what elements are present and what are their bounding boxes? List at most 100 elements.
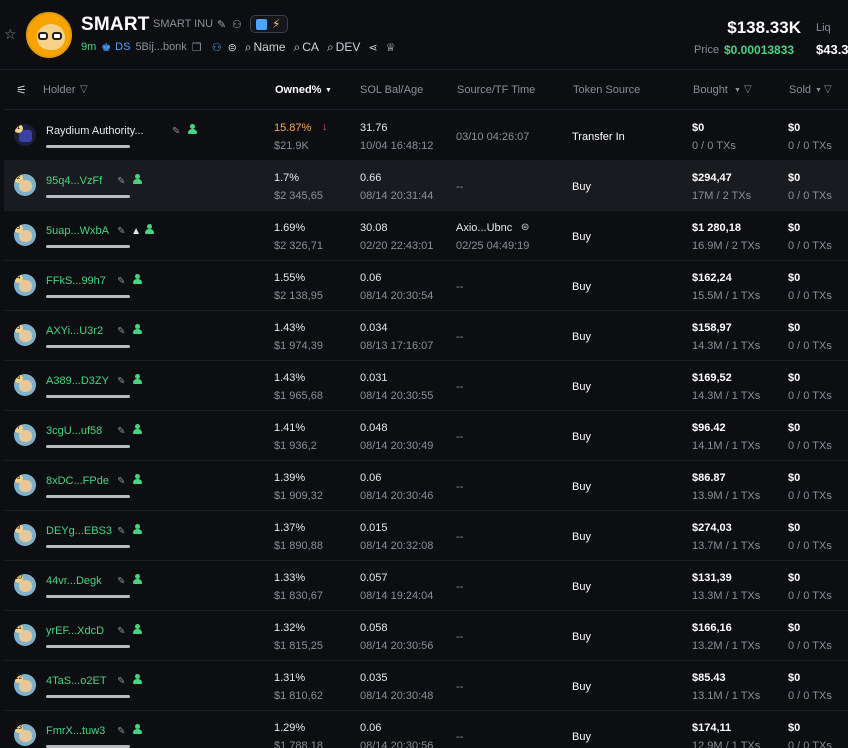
sold-amount: $0	[788, 722, 801, 734]
rank-badge: 7	[14, 424, 23, 433]
ds-label[interactable]: DS	[115, 41, 130, 53]
token-header: ☆ SMART SMART INU ✎ ⚇ ⚡ 9m ♚ DS 5Bij...b…	[0, 0, 848, 70]
list-icon[interactable]: ⊜	[228, 41, 237, 54]
holder-address[interactable]: A389...D3ZY	[46, 375, 109, 387]
holder-header[interactable]: Holder	[43, 84, 75, 96]
holder-avatar[interactable]: 13	[14, 724, 36, 746]
owned-header[interactable]: Owned%	[275, 84, 321, 96]
edit-icon[interactable]: ✎	[117, 576, 125, 587]
token-avatar[interactable]	[26, 12, 72, 58]
edit-icon[interactable]: ✎	[117, 426, 125, 437]
table-row[interactable]: 11 yrEF...XdcD ✎ 1.32% $1 815,25 0.058 0…	[4, 611, 848, 661]
funding-source[interactable]: Axio...Ubnc	[456, 222, 512, 234]
holder-address[interactable]: 95q4...VzFf	[46, 175, 102, 187]
settings-icon[interactable]: ⚟	[16, 83, 27, 97]
holder-avatar[interactable]: 7	[14, 424, 36, 446]
edit-icon[interactable]: ✎	[117, 226, 125, 237]
holder-avatar[interactable]: 11	[14, 624, 36, 646]
wallet-age: 08/14 20:30:49	[360, 440, 434, 452]
owned-usd: $1 815,25	[274, 640, 323, 652]
holder-address[interactable]: yrEF...XdcD	[46, 625, 104, 637]
holder-avatar[interactable]: 8	[14, 474, 36, 496]
search-ca-link[interactable]: CA	[302, 40, 319, 54]
table-row[interactable]: 1 Raydium Authority... ✎ 15.87% ↓ $21.9K…	[4, 111, 848, 161]
holder-avatar[interactable]: 9	[14, 524, 36, 546]
table-row[interactable]: 13 FmrX...tuw3 ✎ 1.29% $1 788,18 0.06 08…	[4, 711, 848, 748]
filter-icon[interactable]: ▽	[824, 84, 832, 95]
holder-avatar[interactable]: 1	[14, 124, 36, 146]
holding-bar	[46, 595, 130, 598]
wallet-age: 08/14 20:32:08	[360, 540, 434, 552]
holder-avatar[interactable]: 4	[14, 274, 36, 296]
holders-icon[interactable]: ⚇	[212, 41, 222, 54]
filter-icon[interactable]: ▽	[744, 84, 752, 95]
edit-icon[interactable]: ✎	[117, 376, 125, 387]
holder-address[interactable]: FFkS...99h7	[46, 275, 106, 287]
edit-icon[interactable]: ✎	[117, 326, 125, 337]
table-row[interactable]: 7 3cgU...uf58 ✎ 1.41% $1 936,2 0.048 08/…	[4, 411, 848, 461]
warning-icon: ▲	[131, 226, 141, 237]
bought-amount: $294,47	[692, 172, 732, 184]
sol-header[interactable]: SOL Bal/Age	[360, 84, 423, 96]
sold-header[interactable]: Sold	[789, 84, 811, 96]
holder-avatar[interactable]: 5	[14, 324, 36, 346]
table-row[interactable]: 6 A389...D3ZY ✎ 1.43% $1 965,68 0.031 08…	[4, 361, 848, 411]
table-row[interactable]: 2 95q4...VzFf ✎ 1.7% $2 345,65 0.66 08/1…	[4, 161, 848, 211]
holder-address[interactable]: 4TaS...o2ET	[46, 675, 107, 687]
holder-address[interactable]: DEYg...EBS3	[46, 525, 112, 537]
token-source: Buy	[572, 631, 591, 643]
table-row[interactable]: 9 DEYg...EBS3 ✎ 1.37% $1 890,88 0.015 08…	[4, 511, 848, 561]
edit-icon[interactable]: ✎	[117, 176, 125, 187]
sold-amount: $0	[788, 572, 801, 584]
sort-desc-icon[interactable]: ▼	[325, 87, 332, 94]
user-icon	[133, 374, 143, 384]
holder-avatar[interactable]: 12	[14, 674, 36, 696]
filter-icon[interactable]: ▽	[80, 84, 88, 95]
crown-icon[interactable]: ♕	[386, 41, 396, 54]
holder-address[interactable]: 8xDC...FPde	[46, 475, 109, 487]
token-meta: 9m ♚ DS 5Bij...bonk ❐ ⚇ ⊜ ⌕ Name ⌕ CA ⌕ …	[81, 40, 396, 55]
source-time-header[interactable]: Source/TF Time	[457, 84, 535, 96]
table-row[interactable]: 12 4TaS...o2ET ✎ 1.31% $1 810,62 0.035 0…	[4, 661, 848, 711]
edit-icon[interactable]: ✎	[172, 126, 180, 137]
edit-icon[interactable]: ✎	[117, 726, 125, 737]
table-row[interactable]: 3 5uap...WxbA ✎ ▲ 1.69% $2 326,71 30.08 …	[4, 211, 848, 261]
star-icon[interactable]: ☆	[4, 27, 18, 41]
contract-address[interactable]: 5Bij...bonk	[135, 41, 186, 53]
holder-address[interactable]: 44vr...Degk	[46, 575, 102, 587]
owned-percent: 1.43%	[274, 372, 306, 384]
rank-badge: 5	[14, 324, 23, 333]
sort-icon[interactable]: ▼	[815, 87, 822, 94]
edit-icon[interactable]: ✎	[117, 626, 125, 637]
copy-icon[interactable]: ❐	[192, 41, 202, 54]
table-row[interactable]: 4 FFkS...99h7 ✎ 1.55% $2 138,95 0.06 08/…	[4, 261, 848, 311]
holder-avatar[interactable]: 6	[14, 374, 36, 396]
sort-icon[interactable]: ▼	[734, 87, 741, 94]
edit-icon[interactable]: ✎	[217, 19, 226, 31]
owned-usd: $1 909,32	[274, 490, 323, 502]
community-icon[interactable]: ⚇	[232, 19, 242, 31]
holder-avatar[interactable]: 2	[14, 174, 36, 196]
edit-icon[interactable]: ✎	[117, 676, 125, 687]
holder-address[interactable]: 5uap...WxbA	[46, 225, 109, 237]
table-row[interactable]: 5 AXYi...U3r2 ✎ 1.43% $1 974,39 0.034 08…	[4, 311, 848, 361]
holder-address[interactable]: AXYi...U3r2	[46, 325, 103, 337]
table-row[interactable]: 8 8xDC...FPde ✎ 1.39% $1 909,32 0.06 08/…	[4, 461, 848, 511]
edit-icon[interactable]: ✎	[117, 476, 125, 487]
holder-address[interactable]: FmrX...tuw3	[46, 725, 105, 737]
search-dev-link[interactable]: DEV	[336, 40, 361, 54]
rank-badge: 2	[14, 174, 23, 183]
token-source-header[interactable]: Token Source	[573, 84, 640, 96]
holder-avatar[interactable]: 10	[14, 574, 36, 596]
holder-address[interactable]: 3cgU...uf58	[46, 425, 102, 437]
edit-icon[interactable]: ✎	[117, 276, 125, 287]
liq-value: $43.3	[816, 42, 848, 57]
search-name-link[interactable]: Name	[254, 40, 286, 54]
holder-address[interactable]: Raydium Authority...	[46, 125, 144, 137]
feature-pill[interactable]: ⚡	[250, 15, 288, 33]
holder-avatar[interactable]: 3	[14, 224, 36, 246]
bought-header[interactable]: Bought	[693, 84, 728, 96]
share-icon[interactable]: ⋖	[368, 41, 377, 54]
table-row[interactable]: 10 44vr...Degk ✎ 1.33% $1 830,67 0.057 0…	[4, 561, 848, 611]
edit-icon[interactable]: ✎	[117, 526, 125, 537]
